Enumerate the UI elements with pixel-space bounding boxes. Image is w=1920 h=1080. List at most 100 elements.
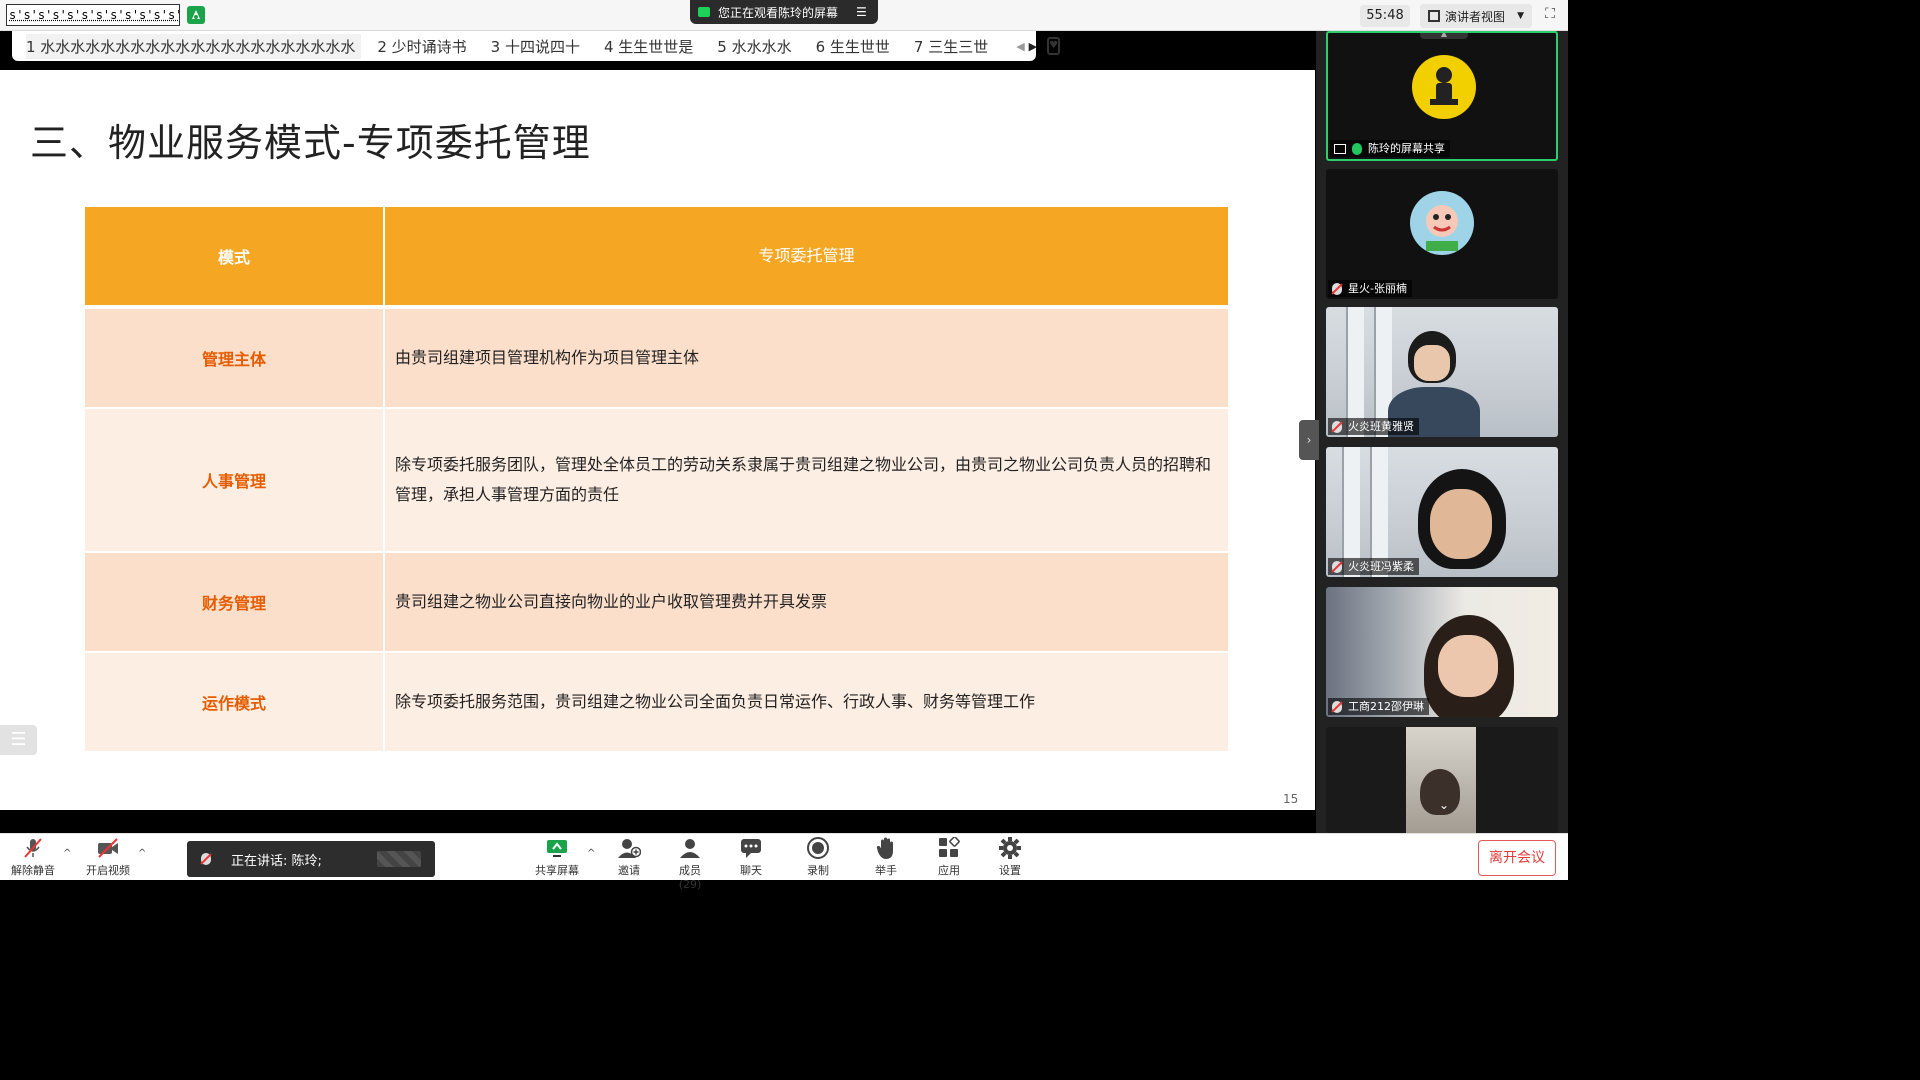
participants-icon: [677, 836, 703, 860]
participant-nametag: 火炎班黄雅贤: [1328, 418, 1419, 435]
row-label: 运作模式: [85, 653, 385, 751]
participant-nametag: 火炎班冯紫柔: [1328, 558, 1419, 575]
avatar: [1412, 55, 1476, 119]
participant-video: [1406, 727, 1476, 833]
participant-tile[interactable]: ▲ 陈玲的屏幕共享: [1326, 31, 1558, 161]
audio-wave-icon: [377, 851, 421, 867]
mic-muted-icon: [1332, 282, 1342, 295]
slide-list-icon[interactable]: ☰: [0, 725, 37, 755]
fullscreen-icon[interactable]: ⛶: [1540, 6, 1560, 26]
chevron-down-icon[interactable]: ⌄: [1432, 798, 1456, 816]
participant-tile[interactable]: [1326, 727, 1558, 833]
layout-grid-icon: [1428, 10, 1440, 22]
unmute-label: 解除静音: [11, 864, 55, 877]
members-button[interactable]: 成员(29): [668, 836, 712, 891]
mic-muted-icon: [1332, 420, 1342, 433]
chevron-up-icon[interactable]: ^: [587, 848, 595, 859]
row-label: 管理主体: [85, 309, 385, 407]
table-header-cell: 模式: [85, 207, 385, 305]
ime-candidate-bar: 1 水水水水水水水水水水水水水水水水水水水水水 2 少时诵诗书 3 十四说四十 …: [12, 31, 1061, 61]
comparison-table: 模式 专项委托管理 管理主体 由贵司组建项目管理机构作为项目管理主体 人事管理 …: [85, 207, 1228, 751]
chevron-up-icon[interactable]: ^: [63, 848, 71, 859]
ime-candidate[interactable]: 1 水水水水水水水水水水水水水水水水水水水水水: [26, 33, 362, 59]
record-label: 录制: [807, 864, 829, 877]
participant-gallery: ▲ 陈玲的屏幕共享 星火-张丽楠 火炎班黄雅贤 火炎班冯紫柔 工商212邵伊琳: [1316, 31, 1568, 833]
start-video-button[interactable]: 开启视频: [84, 836, 132, 878]
participant-tile[interactable]: 星火-张丽楠: [1326, 169, 1558, 299]
row-text: 贵司组建之物业公司直接向物业的业户收取管理费并开具发票: [395, 592, 828, 611]
mic-muted-icon: [20, 836, 46, 860]
row-text: 除专项委托服务范围，贵司组建之物业公司全面负责日常运作、行政人事、财务等管理工作: [395, 692, 1036, 711]
ime-composition-input[interactable]: s's's's's's's's's's's's's's's's's's: [6, 4, 180, 26]
next-page-icon[interactable]: ▶: [1029, 40, 1037, 53]
slide-title: 三、物业服务模式-专项委托管理: [30, 121, 591, 165]
members-label: 成员(29): [678, 864, 702, 891]
gear-icon: [997, 836, 1023, 860]
chevron-down-icon: ▼: [1517, 11, 1524, 21]
table-row: 运作模式 除专项委托服务范围，贵司组建之物业公司全面负责日常运作、行政人事、财务…: [85, 653, 1228, 751]
favorite-icon[interactable]: ♥: [1047, 37, 1061, 55]
ime-candidate[interactable]: 3 十四说四十: [491, 36, 580, 57]
participant-name: 火炎班黄雅贤: [1348, 420, 1414, 433]
participant-nametag: 星火-张丽楠: [1328, 280, 1412, 297]
apps-icon: [936, 836, 962, 860]
raise-hand-button[interactable]: 举手: [871, 836, 901, 878]
ime-candidate[interactable]: 5 水水水水: [717, 36, 791, 57]
slide-page-number: 15: [1283, 792, 1299, 806]
chat-button[interactable]: 聊天: [736, 836, 766, 878]
share-screen-button[interactable]: 共享屏幕: [533, 836, 581, 878]
camera-off-icon: [95, 836, 121, 860]
ime-logo-icon: [184, 3, 208, 27]
meeting-timer: 55:48: [1360, 5, 1410, 27]
ime-candidate[interactable]: 6 生生世世: [816, 36, 890, 57]
row-label: 人事管理: [85, 409, 385, 551]
view-mode-dropdown[interactable]: 演讲者视图 ▼: [1420, 4, 1532, 28]
collapse-gallery-button[interactable]: ›: [1299, 420, 1319, 460]
ime-candidate[interactable]: 7 三生三世: [914, 36, 988, 57]
record-button[interactable]: 录制: [803, 836, 833, 878]
avatar: [1410, 191, 1474, 255]
table-row: 管理主体 由贵司组建项目管理机构作为项目管理主体: [85, 309, 1228, 407]
screen-share-icon: [698, 7, 710, 17]
table-row: 人事管理 除专项委托服务团队，管理处全体员工的劳动关系隶属于贵司组建之物业公司，…: [85, 409, 1228, 551]
chevron-up-icon[interactable]: ▲: [1420, 33, 1468, 39]
participant-tile[interactable]: 火炎班黄雅贤: [1326, 307, 1558, 437]
mic-muted-icon: [201, 853, 211, 865]
invite-label: 邀请: [618, 864, 640, 877]
hand-icon: [873, 836, 899, 860]
row-text: 由贵司组建项目管理机构作为项目管理主体: [395, 348, 700, 367]
mic-muted-icon: [1332, 700, 1342, 713]
chat-icon: [738, 836, 764, 860]
apps-button[interactable]: 应用: [934, 836, 964, 878]
apps-label: 应用: [938, 864, 960, 877]
menu-icon[interactable]: ☰: [856, 5, 870, 19]
shared-slide: 三、物业服务模式-专项委托管理 模式 专项委托管理 管理主体 由贵司组建项目管理…: [0, 70, 1315, 810]
view-mode-label: 演讲者视图: [1445, 9, 1506, 24]
mic-muted-icon: [1332, 560, 1342, 573]
chevron-up-icon[interactable]: ^: [138, 848, 146, 859]
table-header-cell: 专项委托管理: [758, 246, 855, 265]
chat-label: 聊天: [740, 864, 762, 877]
unmute-button[interactable]: 解除静音: [10, 836, 56, 878]
screen-share-icon: [1334, 143, 1346, 154]
share-screen-label: 共享屏幕: [535, 864, 579, 877]
leave-meeting-button[interactable]: 离开会议: [1478, 840, 1556, 876]
participant-nametag: 工商212邵伊琳: [1328, 698, 1429, 715]
participant-nametag: 陈玲的屏幕共享: [1330, 140, 1450, 157]
screen-share-banner[interactable]: 您正在观看陈玲的屏幕 ☰: [690, 0, 878, 24]
table-header-row: 模式 专项委托管理: [85, 207, 1228, 305]
table-row: 财务管理 贵司组建之物业公司直接向物业的业户收取管理费并开具发票: [85, 553, 1228, 651]
participant-name: 火炎班冯紫柔: [1348, 560, 1414, 573]
settings-label: 设置: [999, 864, 1021, 877]
active-speaker-label: 正在讲话: 陈玲;: [231, 853, 322, 869]
ime-candidate[interactable]: 2 少时诵诗书: [377, 36, 466, 57]
participant-name: 陈玲的屏幕共享: [1368, 142, 1445, 155]
prev-page-icon[interactable]: ◀: [1016, 40, 1024, 53]
active-speaker-indicator: 正在讲话: 陈玲;: [187, 841, 435, 877]
participant-tile[interactable]: 火炎班冯紫柔: [1326, 447, 1558, 577]
settings-button[interactable]: 设置: [995, 836, 1025, 878]
ime-candidate[interactable]: 4 生生世世是: [604, 36, 693, 57]
record-icon: [805, 836, 831, 860]
invite-button[interactable]: 邀请: [612, 836, 646, 878]
participant-tile[interactable]: 工商212邵伊琳: [1326, 587, 1558, 717]
